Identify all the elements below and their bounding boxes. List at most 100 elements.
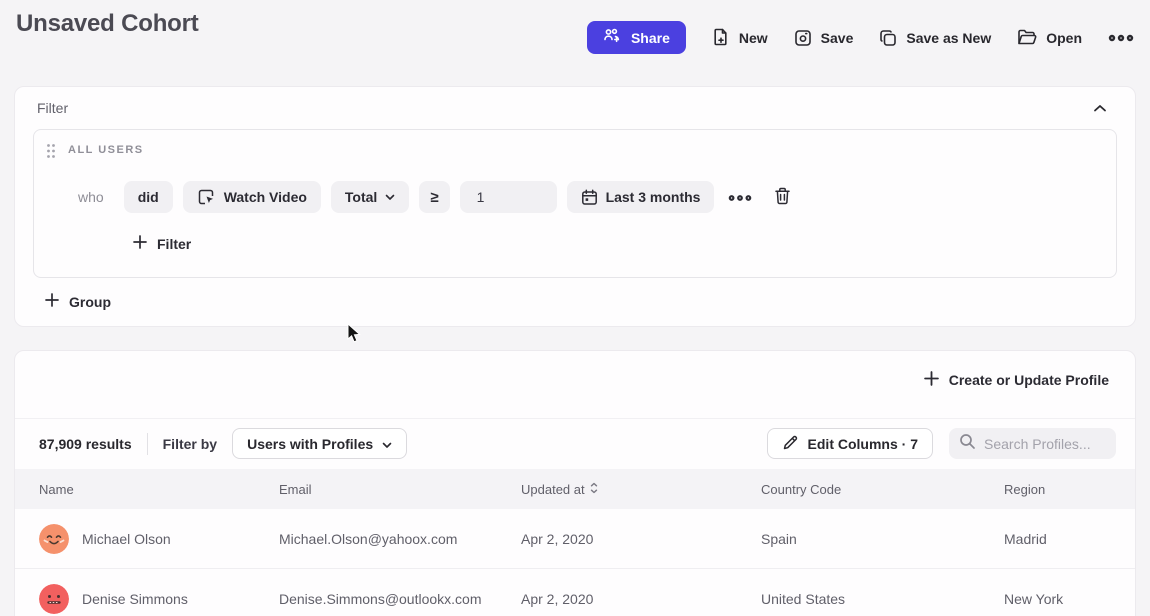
column-header-name[interactable]: Name: [39, 482, 279, 497]
save-as-new-button-label: Save as New: [906, 30, 991, 46]
chevron-down-icon: [385, 194, 395, 201]
pencil-icon: [782, 434, 799, 454]
share-button-label: Share: [631, 30, 670, 46]
open-button[interactable]: Open: [1017, 29, 1082, 46]
more-options-button[interactable]: [1108, 34, 1134, 42]
trash-icon: [774, 187, 791, 208]
date-range-selector[interactable]: Last 3 months: [567, 181, 715, 213]
profiles-filter-dropdown[interactable]: Users with Profiles: [232, 428, 407, 459]
event-name: Watch Video: [224, 189, 307, 205]
drag-handle-icon[interactable]: [46, 143, 56, 164]
avatar: [39, 584, 69, 614]
add-filter-label: Filter: [157, 236, 191, 252]
column-header-label: Email: [279, 482, 312, 497]
profile-name: Denise Simmons: [82, 591, 188, 607]
column-header-label: Name: [39, 482, 74, 497]
plus-icon: [924, 371, 939, 389]
who-label: who: [78, 189, 104, 205]
new-button-label: New: [739, 30, 768, 46]
operator-selector[interactable]: ≥: [419, 181, 449, 213]
people-add-icon: [603, 28, 622, 47]
results-count: 87,909 results: [39, 436, 132, 452]
table-header: Name Email Updated at Country Code: [15, 469, 1135, 509]
magnifier-icon: [959, 433, 976, 455]
add-group-label: Group: [69, 294, 111, 310]
table-row[interactable]: Michael Olson Michael.Olson@yahoox.com A…: [15, 509, 1135, 569]
document-plus-icon: [712, 28, 730, 47]
profile-country-code: United States: [761, 591, 1004, 607]
column-header-country-code[interactable]: Country Code: [761, 482, 1004, 497]
table-body: Michael Olson Michael.Olson@yahoox.com A…: [15, 509, 1135, 616]
save-icon: [794, 29, 812, 47]
folder-icon: [1017, 29, 1037, 46]
date-range-value: Last 3 months: [606, 189, 701, 205]
profile-name-cell: Denise Simmons: [39, 584, 279, 614]
profile-name-cell: Michael Olson: [39, 524, 279, 554]
edit-columns-button[interactable]: Edit Columns · 7: [767, 428, 933, 459]
top-toolbar: Share New Save: [587, 21, 1134, 54]
create-or-update-profile-label: Create or Update Profile: [949, 372, 1109, 388]
aggregation-selector[interactable]: Total: [331, 181, 409, 213]
share-button[interactable]: Share: [587, 21, 686, 54]
new-button[interactable]: New: [712, 28, 768, 47]
event-selector[interactable]: Watch Video: [183, 181, 321, 213]
divider: [147, 433, 148, 455]
column-header-label: Region: [1004, 482, 1045, 497]
profiles-table: Name Email Updated at Country Code: [15, 469, 1135, 616]
aggregation-value: Total: [345, 189, 377, 205]
profile-name: Michael Olson: [82, 531, 171, 547]
save-button-label: Save: [821, 30, 854, 46]
column-header-email[interactable]: Email: [279, 482, 521, 497]
add-group-button[interactable]: Group: [45, 293, 111, 310]
did-selector[interactable]: did: [124, 181, 173, 213]
table-row[interactable]: Denise Simmons Denise.Simmons@outlookx.c…: [15, 569, 1135, 616]
profile-region: New York: [1004, 591, 1135, 607]
copy-icon: [879, 29, 897, 47]
profile-email: Denise.Simmons@outlookx.com: [279, 591, 521, 607]
sort-icon[interactable]: [590, 482, 598, 497]
chevron-down-icon: [382, 436, 392, 452]
results-toolbar-right: Edit Columns · 7: [767, 428, 1116, 459]
operator-value: ≥: [430, 189, 438, 206]
filter-panel-title: Filter: [37, 100, 68, 116]
column-header-updated-at[interactable]: Updated at: [521, 482, 761, 497]
filter-row: who did Watch Video Total: [46, 181, 793, 213]
column-header-region[interactable]: Region: [1004, 482, 1135, 497]
did-label: did: [138, 189, 159, 205]
plus-icon: [45, 293, 59, 310]
chevron-up-icon: [1093, 100, 1107, 117]
ellipsis-icon: [728, 190, 752, 205]
group-title: ALL USERS: [68, 144, 144, 156]
save-as-new-button[interactable]: Save as New: [879, 29, 991, 47]
profile-region: Madrid: [1004, 531, 1135, 547]
calendar-icon: [581, 189, 598, 206]
save-button[interactable]: Save: [794, 29, 854, 47]
filter-panel: Filter ALL USERS who did: [14, 86, 1136, 327]
threshold-input[interactable]: [460, 181, 557, 213]
search-profiles-input[interactable]: [984, 436, 1106, 452]
create-or-update-profile-button[interactable]: Create or Update Profile: [924, 366, 1109, 394]
profile-country-code: Spain: [761, 531, 1004, 547]
page-title: Unsaved Cohort: [16, 10, 199, 38]
edit-columns-label: Edit Columns · 7: [808, 436, 918, 452]
filter-by-label: Filter by: [163, 436, 217, 452]
profiles-panel: Create or Update Profile 87,909 results …: [14, 350, 1136, 616]
profile-email: Michael.Olson@yahoox.com: [279, 531, 521, 547]
collapse-filter-button[interactable]: [1093, 100, 1107, 118]
profiles-filter-value: Users with Profiles: [247, 436, 373, 452]
search-profiles-box: [949, 428, 1116, 459]
cohort-builder-app: Unsaved Cohort Share New: [0, 0, 1150, 616]
open-button-label: Open: [1046, 30, 1082, 46]
delete-filter-button[interactable]: [772, 185, 793, 210]
profile-updated-at: Apr 2, 2020: [521, 591, 761, 607]
plus-icon: [133, 235, 147, 252]
cohort-group: ALL USERS who did Watch Video: [33, 129, 1117, 278]
avatar: [39, 524, 69, 554]
ellipsis-icon: [1108, 34, 1134, 42]
event-cursor-icon: [197, 188, 216, 207]
column-header-label: Updated at: [521, 482, 585, 497]
profile-updated-at: Apr 2, 2020: [521, 531, 761, 547]
row-more-options-button[interactable]: [726, 188, 754, 207]
column-header-label: Country Code: [761, 482, 841, 497]
add-filter-button[interactable]: Filter: [133, 235, 191, 252]
